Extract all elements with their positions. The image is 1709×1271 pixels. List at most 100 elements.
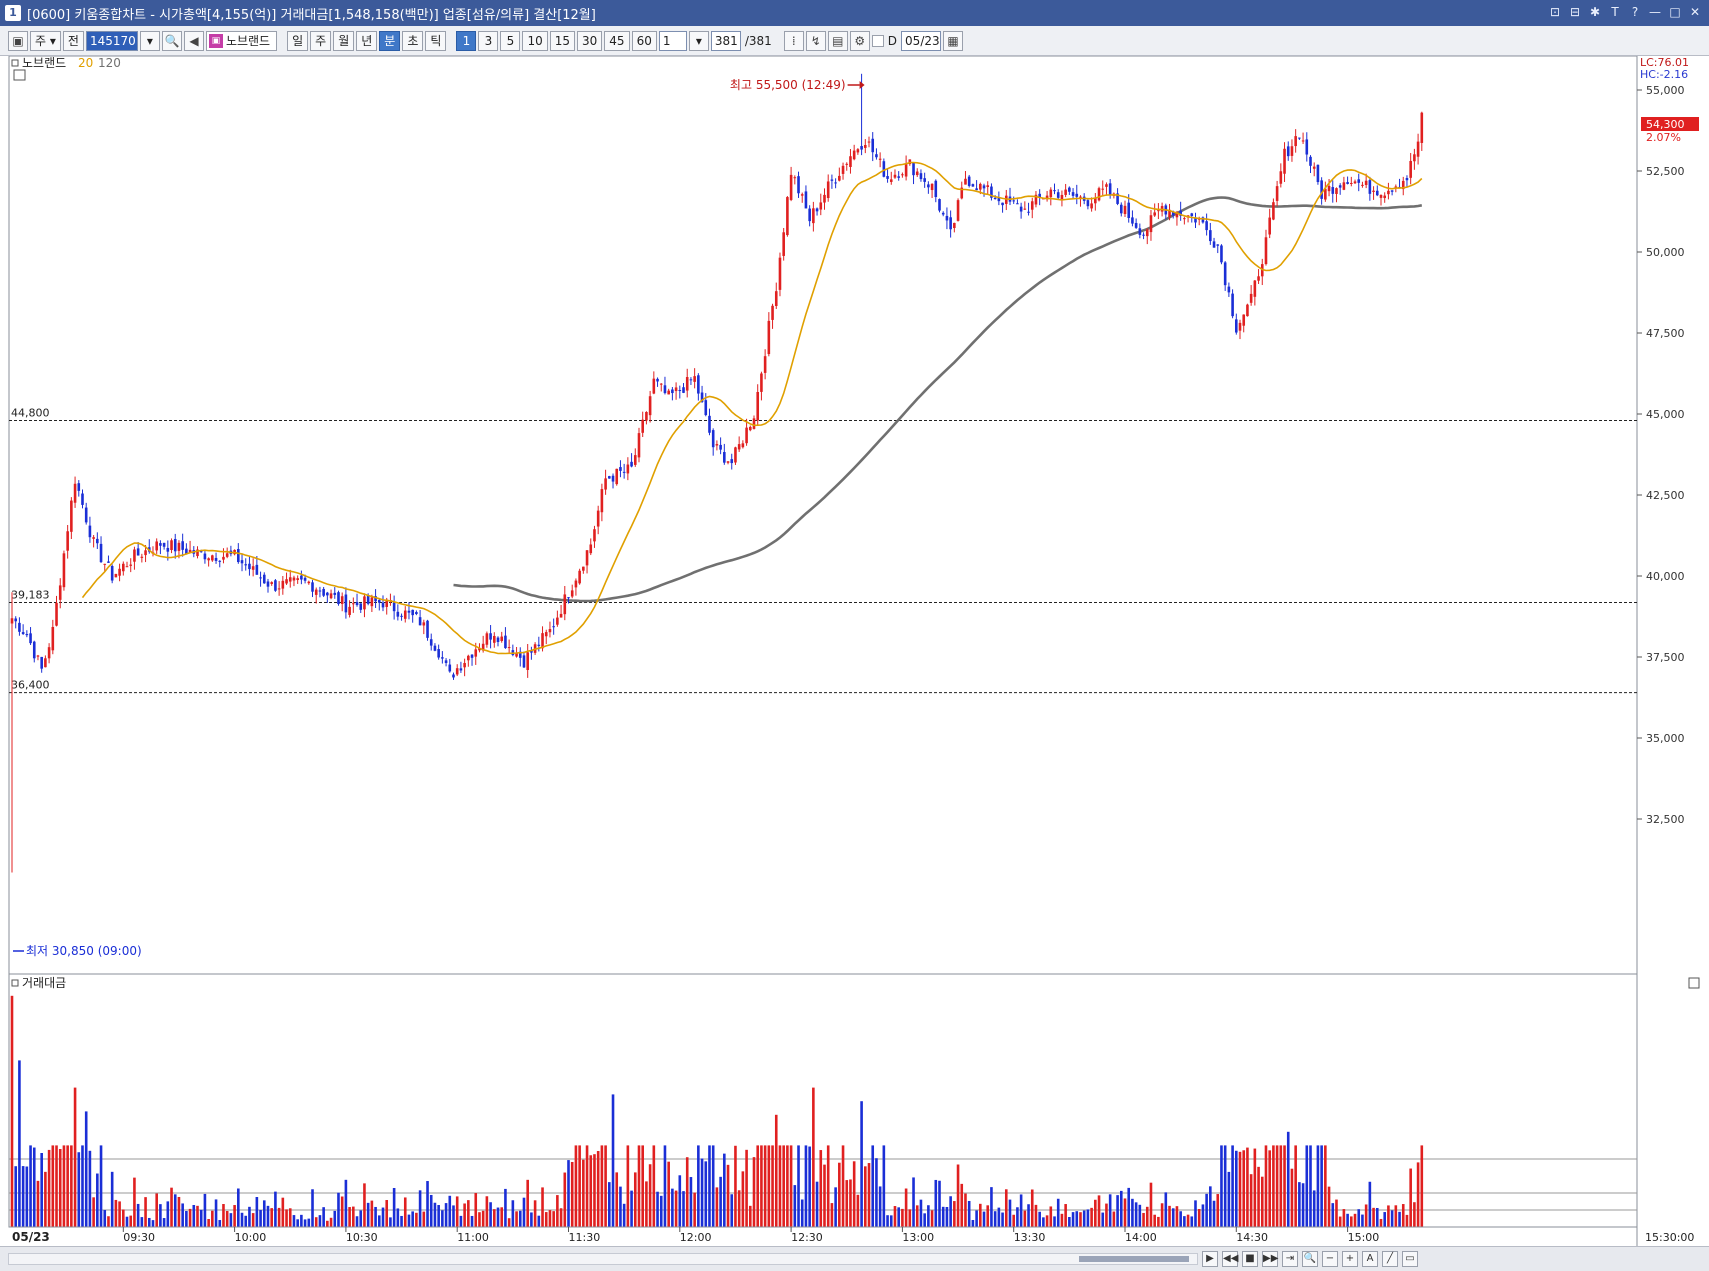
market-select[interactable]: 주 ▾	[30, 30, 61, 51]
rewind-icon[interactable]: ◀◀	[1222, 1251, 1238, 1267]
volume-bar	[585, 1145, 589, 1227]
volume-bar	[708, 1145, 711, 1227]
scope-button[interactable]: 전	[62, 30, 84, 51]
crosshair-icon[interactable]: ↯	[805, 30, 826, 51]
interval-1-button[interactable]: 1	[456, 30, 477, 51]
candle-body	[99, 543, 103, 563]
interval-15-button[interactable]: 15	[549, 30, 575, 51]
close-icon[interactable]: ✕	[1687, 4, 1703, 20]
volume-bar	[548, 1210, 552, 1227]
candle-body	[1331, 187, 1335, 194]
candle-body	[645, 411, 648, 421]
volume-bar	[240, 1212, 244, 1227]
calendar-icon[interactable]: ▦	[943, 30, 964, 51]
volume-bar	[1157, 1216, 1160, 1227]
volume-bar	[715, 1187, 719, 1227]
pin-icon[interactable]: ✱	[1587, 4, 1603, 20]
period-month-button[interactable]: 월	[333, 30, 355, 51]
volume-settings-icon[interactable]	[1688, 977, 1700, 989]
text-tool-icon[interactable]: A	[1362, 1251, 1378, 1267]
candle-count-input[interactable]: 381	[710, 30, 741, 51]
interval-45-button[interactable]: 45	[604, 30, 630, 51]
candle-body	[504, 635, 507, 649]
candle-body	[25, 634, 29, 636]
interval-60-button[interactable]: 60	[631, 30, 657, 51]
candle-body	[804, 191, 808, 209]
volume-bar	[1108, 1194, 1112, 1227]
maximize-icon[interactable]: □	[1667, 4, 1683, 20]
period-minute-button[interactable]: 분	[379, 30, 401, 51]
volume-bar	[600, 1145, 604, 1227]
scroll-end-icon[interactable]: ⇥	[1282, 1251, 1298, 1267]
interval-3-button[interactable]: 3	[478, 30, 499, 51]
volume-legend-name: 거래대금	[22, 976, 66, 990]
table-toggle-icon[interactable]	[13, 69, 26, 81]
volume-bar	[455, 1196, 459, 1227]
horizontal-scrollbar[interactable]	[8, 1253, 1198, 1265]
volume-bar	[826, 1145, 830, 1227]
candle-body	[437, 649, 440, 658]
text-size-icon[interactable]: T	[1607, 4, 1623, 20]
sound-icon[interactable]: ◀	[183, 30, 204, 51]
zoom-in-icon[interactable]: +	[1342, 1251, 1358, 1267]
code-dropdown-button[interactable]: ▾	[139, 30, 160, 51]
x-tick-label: 11:30	[569, 1231, 601, 1244]
volume-bar	[10, 995, 14, 1227]
candle-body	[826, 181, 830, 199]
period-week-button[interactable]: 주	[310, 30, 332, 51]
date-checkbox[interactable]	[871, 34, 884, 47]
volume-bar	[663, 1145, 667, 1227]
interval-5-button[interactable]: 5	[500, 30, 521, 51]
candle-body	[1090, 203, 1093, 209]
period-second-button[interactable]: 초	[402, 30, 424, 51]
volume-bar	[344, 1179, 348, 1227]
interval-30-button[interactable]: 30	[577, 30, 603, 51]
help-icon[interactable]: ?	[1627, 4, 1643, 20]
interval-10-button[interactable]: 10	[522, 30, 548, 51]
stock-name-field[interactable]: ▣ 노브랜드	[205, 30, 278, 51]
split-icon[interactable]: ⊟	[1567, 4, 1583, 20]
period-day-button[interactable]: 일	[287, 30, 309, 51]
chart-area[interactable]: 노브랜드 20 120 LC:76.01 HC:-2.16 55,000 52,5…	[0, 55, 1709, 1246]
candle	[337, 590, 340, 606]
volume-bar	[1071, 1212, 1075, 1227]
candle-body	[1249, 293, 1253, 303]
volume-bar	[1101, 1212, 1105, 1227]
period-tick-button[interactable]: 틱	[425, 30, 447, 51]
volume-bar	[314, 1217, 318, 1227]
candle-body	[1353, 181, 1357, 184]
candle-body	[122, 563, 125, 572]
fit-icon[interactable]: ▭	[1402, 1251, 1418, 1267]
candle-body	[225, 553, 229, 557]
restore-layout-icon[interactable]: ⊡	[1547, 4, 1563, 20]
volume-bar	[500, 1207, 504, 1227]
interval-custom-input[interactable]: 1	[658, 30, 687, 51]
chart-svg[interactable]: 노브랜드 20 120 LC:76.01 HC:-2.16 55,00052,5…	[0, 55, 1709, 1246]
stop-icon[interactable]: ■	[1242, 1251, 1258, 1267]
search-icon[interactable]: 🔍	[161, 30, 182, 51]
minimize-icon[interactable]: —	[1647, 4, 1663, 20]
volume-bar	[389, 1217, 392, 1227]
play-icon[interactable]: ▶	[1202, 1251, 1218, 1267]
candle-body	[552, 626, 555, 628]
zoom-icon[interactable]: 🔍	[1302, 1251, 1318, 1267]
date-input[interactable]: 05/23	[901, 30, 942, 51]
period-year-button[interactable]: 년	[356, 30, 378, 51]
volume-bar	[478, 1212, 481, 1227]
volume-bar	[129, 1215, 133, 1227]
candle-body	[88, 525, 92, 538]
candle-body	[938, 199, 941, 211]
gear-icon[interactable]: ⚙	[849, 30, 870, 51]
fast-forward-icon[interactable]: ▶▶	[1262, 1251, 1278, 1267]
layout-icon[interactable]: ▣	[8, 30, 28, 51]
zoom-out-icon[interactable]: −	[1322, 1251, 1338, 1267]
candle-body	[107, 561, 110, 563]
scroll-thumb[interactable]	[1079, 1256, 1189, 1262]
candle-body	[1379, 194, 1383, 198]
save-icon[interactable]: ▤	[827, 30, 848, 51]
volume-bar	[934, 1179, 938, 1227]
grid-settings-icon[interactable]: ⁞	[783, 30, 804, 51]
stock-code-input[interactable]: 145170	[85, 30, 138, 51]
interval-dropdown-button[interactable]: ▾	[688, 30, 709, 51]
line-tool-icon[interactable]: ╱	[1382, 1251, 1398, 1267]
